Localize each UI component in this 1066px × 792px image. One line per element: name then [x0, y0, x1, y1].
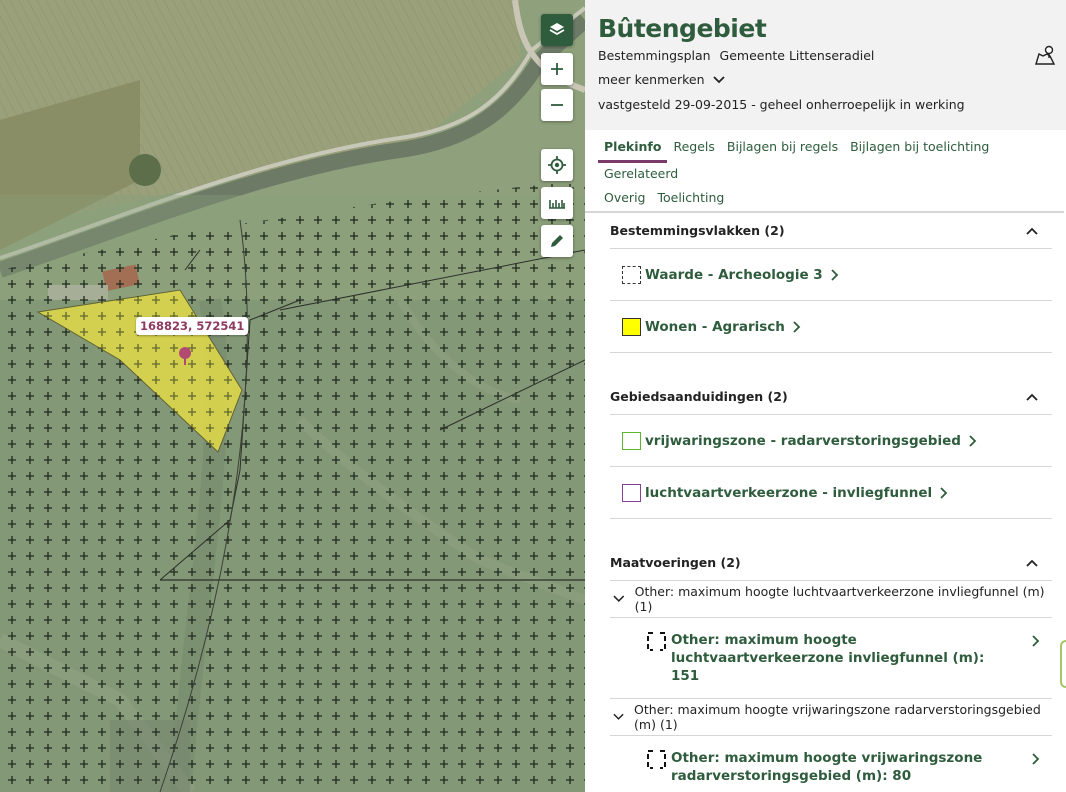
- tab-plekinfo[interactable]: Plekinfo: [598, 136, 668, 163]
- chevron-right-icon: [793, 320, 801, 333]
- zoom-out-button[interactable]: [541, 89, 573, 121]
- chevron-right-icon: [1032, 753, 1040, 765]
- tab-bar: Plekinfo Regels Bijlagen bij regels Bijl…: [585, 130, 1064, 213]
- map-view[interactable]: 168823, 572541: [0, 0, 585, 792]
- panel-header: Bûtengebiet Bestemmingsplan Gemeente Lit…: [585, 0, 1066, 130]
- section-header-bestemmingsvlakken[interactable]: Bestemmingsvlakken (2): [610, 213, 1052, 249]
- draw-button[interactable]: [541, 225, 573, 257]
- minus-icon: [551, 104, 563, 106]
- subgroup-title: Other: maximum hoogte vrijwaringszone ra…: [634, 702, 1041, 732]
- pencil-icon: [551, 235, 563, 247]
- info-panel: Bûtengebiet Bestemmingsplan Gemeente Lit…: [585, 0, 1066, 792]
- tab-regels[interactable]: Regels: [667, 136, 720, 163]
- item-label: Waarde - Archeologie 3: [645, 266, 823, 283]
- layers-button[interactable]: [541, 14, 573, 46]
- bracket-icon: [647, 750, 666, 769]
- section-maatvoeringen: Maatvoeringen (2) Other: maximum hoogte …: [610, 545, 1052, 792]
- bracket-icon: [647, 632, 666, 651]
- municipality: Gemeente Littenseradiel: [719, 48, 875, 63]
- list-item-wonen-agrarisch[interactable]: Wonen - Agrarisch: [610, 301, 1052, 353]
- plan-status: vastgesteld 29-09-2015 - geheel onherroe…: [598, 97, 965, 112]
- plan-subtitle: Bestemmingsplan Gemeente Littenseradiel: [598, 48, 1052, 63]
- more-features-toggle[interactable]: meer kenmerken: [598, 72, 1052, 87]
- layers-icon: [549, 23, 565, 36]
- section-title: Maatvoeringen (2): [610, 555, 741, 570]
- legend-swatch-yellow: [622, 317, 641, 336]
- measure-item-vrijwaring[interactable]: Other: maximum hoogte vrijwaringszone ra…: [610, 736, 1052, 792]
- location-marker-icon: [179, 347, 191, 365]
- chevron-right-icon: [831, 268, 838, 281]
- plus-icon: [551, 63, 563, 75]
- measure-item-luchtvaart[interactable]: Other: maximum hoogte luchtvaartverkeerz…: [610, 618, 1052, 699]
- chevron-up-icon: [1026, 559, 1038, 567]
- list-item-vrijwaringszone[interactable]: vrijwaringszone - radarverstoringsgebied: [610, 415, 1052, 467]
- tab-gerelateerd[interactable]: Gerelateerd: [598, 163, 684, 187]
- chevron-right-icon: [940, 486, 948, 499]
- item-label: luchtvaartverkeerzone - invliegfunnel: [645, 484, 933, 501]
- zoom-in-button[interactable]: [541, 53, 573, 85]
- subgroup-header-vrijwaring[interactable]: Other: maximum hoogte vrijwaringszone ra…: [610, 699, 1052, 736]
- tab-toelichting[interactable]: Toelichting: [651, 187, 730, 211]
- section-gebiedsaanduidingen: Gebiedsaanduidingen (2) vrijwaringszone …: [610, 379, 1052, 519]
- chevron-right-icon: [1032, 635, 1040, 647]
- section-title: Bestemmingsvlakken (2): [610, 223, 785, 238]
- subgroup-header-luchtvaart[interactable]: Other: maximum hoogte luchtvaartverkeerz…: [610, 581, 1052, 618]
- locate-button[interactable]: [541, 149, 573, 181]
- chevron-down-icon: [613, 713, 624, 720]
- item-label: vrijwaringszone - radarverstoringsgebied: [645, 432, 961, 449]
- list-item-luchtvaartverkeerzone[interactable]: luchtvaartverkeerzone - invliegfunnel: [610, 467, 1052, 519]
- list-item-waarde-archeologie[interactable]: Waarde - Archeologie 3: [610, 249, 1052, 301]
- more-features-label: meer kenmerken: [598, 72, 705, 87]
- feedback-edge-tab[interactable]: [1060, 640, 1066, 688]
- legend-swatch-green: [622, 431, 641, 450]
- section-header-maatvoeringen[interactable]: Maatvoeringen (2): [610, 545, 1052, 581]
- legend-swatch-purple: [622, 483, 641, 502]
- item-label: Wonen - Agrarisch: [645, 318, 785, 335]
- section-title: Gebiedsaanduidingen (2): [610, 389, 788, 404]
- section-header-gebiedsaanduidingen[interactable]: Gebiedsaanduidingen (2): [610, 379, 1052, 415]
- subgroup-title: Other: maximum hoogte luchtvaartverkeerz…: [634, 584, 1045, 614]
- measure-button[interactable]: [541, 187, 573, 219]
- chevron-down-icon: [613, 595, 625, 603]
- aerial-map-image: [0, 0, 585, 792]
- tab-bijlagen-bij-toelichting[interactable]: Bijlagen bij toelichting: [844, 136, 995, 163]
- section-bestemmingsvlakken: Bestemmingsvlakken (2) Waarde - Archeolo…: [610, 213, 1052, 353]
- tab-bijlagen-bij-regels[interactable]: Bijlagen bij regels: [721, 136, 844, 163]
- chevron-up-icon: [1026, 393, 1038, 401]
- plan-type: Bestemmingsplan: [598, 48, 711, 63]
- coordinate-label: 168823, 572541: [136, 317, 249, 335]
- chevron-down-icon: [712, 75, 725, 83]
- chevron-right-icon: [969, 434, 977, 447]
- tab-overig[interactable]: Overig: [598, 187, 651, 211]
- plan-title: Bûtengebiet: [598, 14, 767, 43]
- measure-label: Other: maximum hoogte vrijwaringszone ra…: [671, 750, 983, 784]
- legend-swatch-dashed: [622, 265, 641, 284]
- chevron-up-icon: [1026, 227, 1038, 235]
- ruler-icon: [549, 200, 565, 209]
- crosshair-icon: [548, 156, 566, 174]
- measure-label: Other: maximum hoogte luchtvaartverkeerz…: [671, 632, 985, 684]
- map-pin-icon[interactable]: [1034, 44, 1056, 66]
